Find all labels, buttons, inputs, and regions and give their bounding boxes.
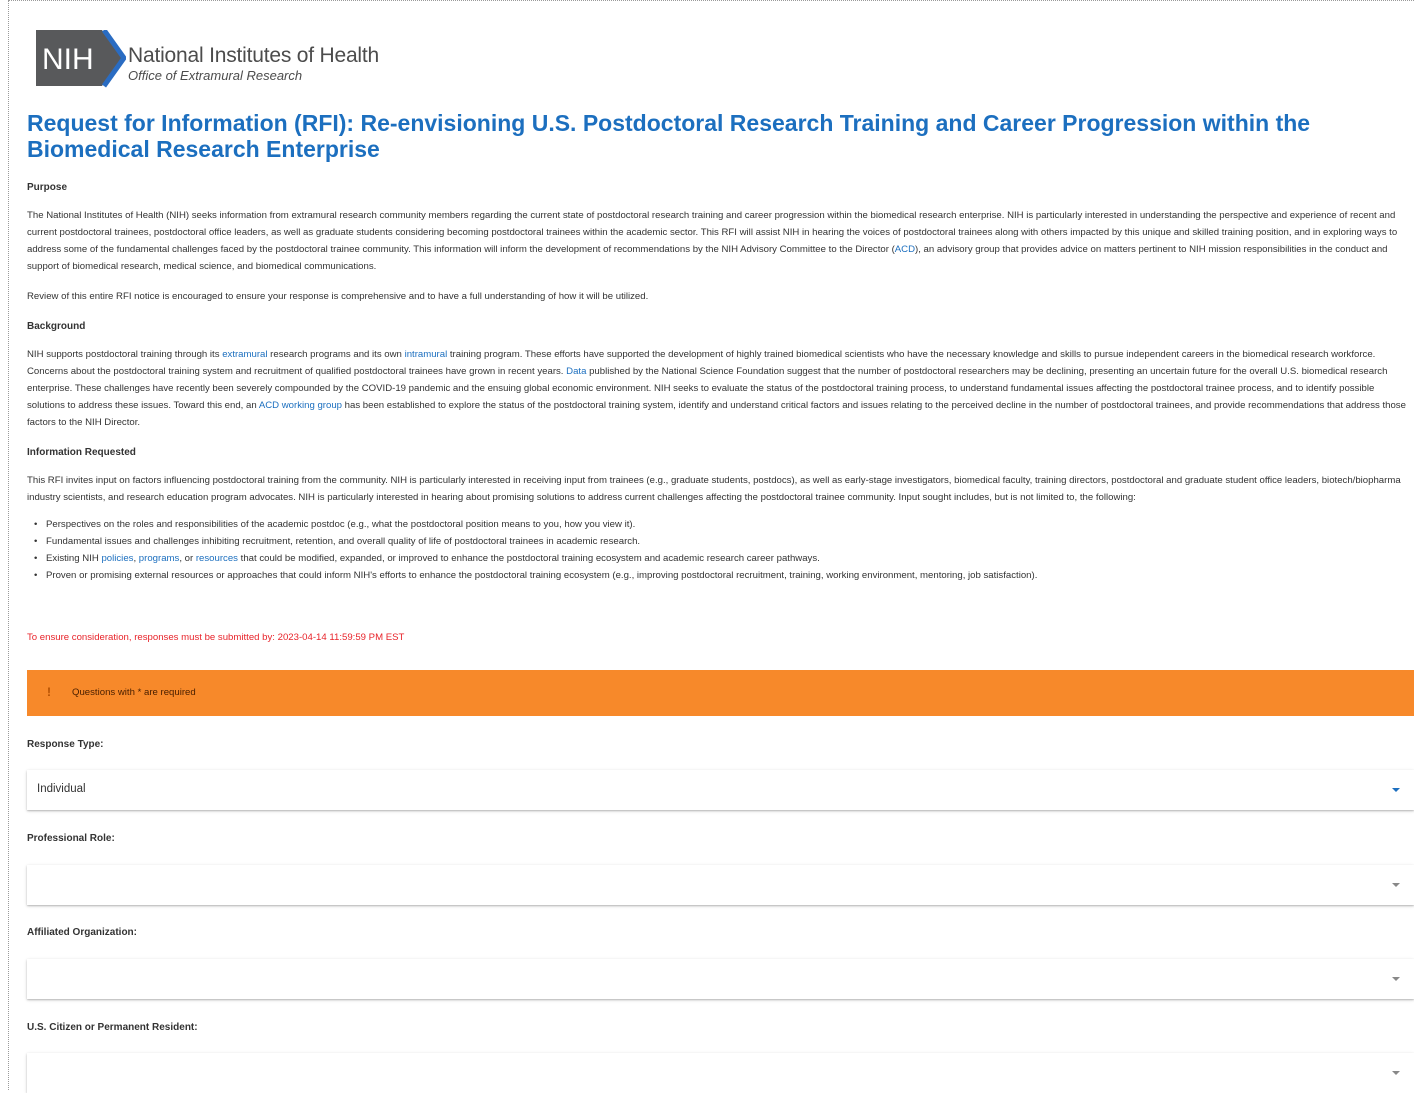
- background-text: NIH supports postdoctoral training throu…: [27, 349, 223, 360]
- list-item-text: Existing NIH: [46, 553, 102, 564]
- chevron-down-icon: [1392, 883, 1400, 887]
- programs-link[interactable]: programs: [139, 553, 180, 564]
- background-section: Background NIH supports postdoctoral tra…: [27, 318, 1414, 431]
- logo-title: National Institutes of Health: [128, 44, 380, 67]
- information-section: Information Requested This RFI invites i…: [27, 444, 1414, 584]
- purpose-section: Purpose The National Institutes of Healt…: [27, 179, 1414, 305]
- list-item: Perspectives on the roles and responsibi…: [34, 516, 1414, 533]
- citizen-resident-label: U.S. Citizen or Permanent Resident:: [27, 1022, 198, 1033]
- data-link[interactable]: Data: [566, 366, 586, 377]
- required-questions-banner: ! Questions with * are required: [27, 670, 1414, 716]
- nih-logo-mark: NIH: [36, 30, 126, 88]
- background-heading: Background: [27, 321, 86, 332]
- response-type-label: Response Type:: [27, 739, 104, 750]
- acd-link[interactable]: ACD: [895, 244, 915, 255]
- purpose-paragraph: The National Institutes of Health (NIH) …: [27, 207, 1414, 275]
- acd-working-group-link[interactable]: ACD working group: [259, 400, 342, 411]
- affiliated-organization-select[interactable]: [27, 959, 1414, 999]
- extramural-link[interactable]: extramural: [222, 349, 267, 360]
- professional-role-select[interactable]: [27, 865, 1414, 905]
- nih-logo[interactable]: NIH National Institutes of Health Office…: [34, 30, 379, 88]
- required-questions-text: Questions with * are required: [72, 687, 196, 698]
- professional-role-label: Professional Role:: [27, 833, 115, 844]
- information-heading: Information Requested: [27, 447, 136, 458]
- list-item: Fundamental issues and challenges inhibi…: [34, 533, 1414, 550]
- page-title: Request for Information (RFI): Re-envisi…: [27, 110, 1311, 162]
- resources-link[interactable]: resources: [196, 553, 238, 564]
- deadline-notice: To ensure consideration, responses must …: [27, 632, 405, 643]
- list-item: Existing NIH policies, programs, or reso…: [34, 550, 1414, 567]
- background-paragraph: NIH supports postdoctoral training throu…: [27, 346, 1414, 431]
- list-item-text: , or: [179, 553, 196, 564]
- purpose-heading: Purpose: [27, 182, 68, 193]
- intramural-link[interactable]: intramural: [405, 349, 448, 360]
- chevron-down-icon: [1392, 1071, 1400, 1075]
- logo-subtitle: Office of Extramural Research: [128, 68, 303, 83]
- nih-logo-letters: NIH: [42, 43, 94, 76]
- information-paragraph: This RFI invites input on factors influe…: [27, 475, 1401, 503]
- response-type-select[interactable]: Individual: [27, 770, 1414, 810]
- response-type-value: Individual: [37, 783, 86, 795]
- chevron-down-icon: [1392, 788, 1400, 792]
- warning-icon: !: [47, 685, 51, 699]
- list-item: Proven or promising external resources o…: [34, 567, 1414, 584]
- policies-link[interactable]: policies: [101, 553, 133, 564]
- list-item-text: that could be modified, expanded, or imp…: [237, 553, 820, 564]
- information-list: Perspectives on the roles and responsibi…: [27, 516, 1414, 584]
- chevron-down-icon: [1392, 977, 1400, 981]
- affiliated-organization-label: Affiliated Organization:: [27, 927, 137, 938]
- background-text: research programs and its own: [267, 349, 405, 360]
- review-paragraph: Review of this entire RFI notice is enco…: [27, 291, 649, 302]
- citizen-resident-select[interactable]: [27, 1053, 1414, 1093]
